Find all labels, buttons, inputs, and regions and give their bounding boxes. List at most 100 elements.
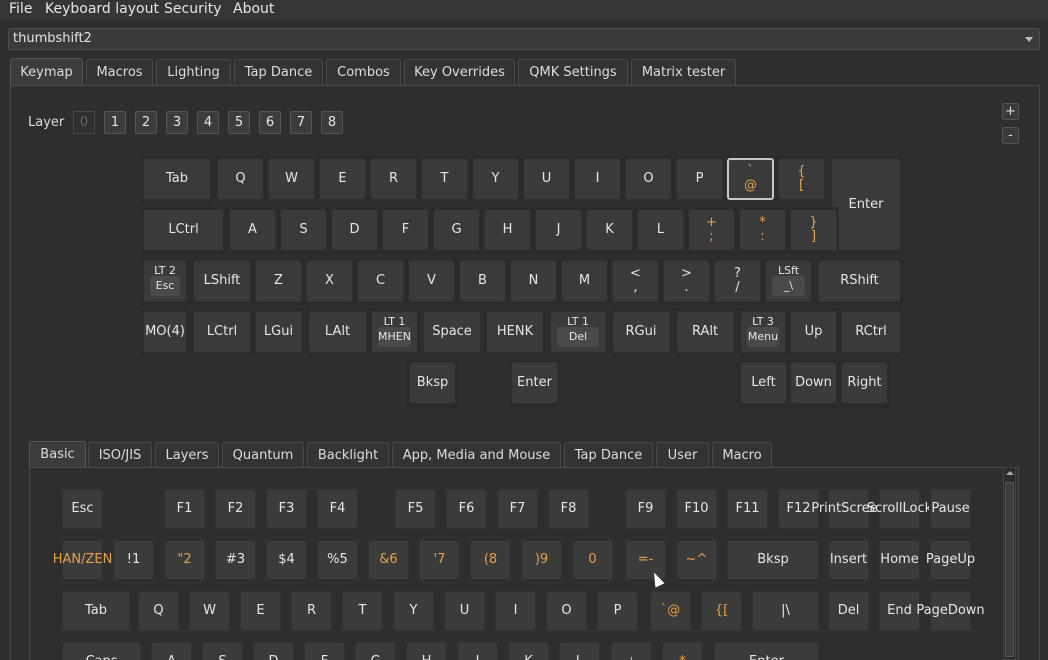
key-lshift[interactable]: LShift — [191, 258, 253, 306]
key-symbol[interactable]: }] — [788, 207, 839, 255]
keycode-r[interactable]: R — [290, 590, 333, 632]
keycode-bksp[interactable]: Bksp — [726, 539, 820, 581]
key-space[interactable]: Space — [421, 309, 483, 357]
key-lalt[interactable]: LAlt — [306, 309, 369, 357]
keycode-pause[interactable]: Pause — [929, 488, 972, 530]
keycode-num[interactable]: 0 — [571, 539, 614, 581]
key-rshift[interactable]: RShift — [816, 258, 903, 306]
keycode-q[interactable]: Q — [137, 590, 180, 632]
keycode-i[interactable]: I — [494, 590, 537, 632]
keycode-f2[interactable]: F2 — [214, 488, 257, 530]
keycode-f4[interactable]: F4 — [316, 488, 359, 530]
keycode-w[interactable]: W — [188, 590, 231, 632]
layer-3-button[interactable]: 3 — [166, 111, 188, 134]
keycode-f1[interactable]: F1 — [163, 488, 206, 530]
menu-keyboard-layout[interactable]: Keyboard layout — [45, 1, 159, 17]
key-enter[interactable]: Enter — [829, 156, 903, 255]
keycode-l[interactable]: L — [558, 641, 601, 660]
key-lt2-esc[interactable]: LT 2 Esc — [141, 258, 189, 306]
keycode-t[interactable]: T — [341, 590, 384, 632]
tab-qmk-settings[interactable]: QMK Settings — [518, 59, 628, 85]
key-rgui[interactable]: RGui — [610, 309, 672, 357]
key-lt3-menu[interactable]: LT 3 Menu — [738, 309, 788, 357]
keycode-h[interactable]: H — [405, 641, 448, 660]
key-lgui[interactable]: LGui — [253, 309, 304, 357]
key-u[interactable]: U — [521, 156, 572, 204]
keycode-a[interactable]: A — [150, 641, 193, 660]
key-j[interactable]: J — [533, 207, 584, 255]
menu-security[interactable]: Security — [164, 1, 222, 17]
tab-matrix-tester[interactable]: Matrix tester — [631, 59, 736, 85]
key-lt1-del[interactable]: LT 1 Del — [548, 309, 608, 357]
keycode-page-up[interactable]: PageUp — [926, 539, 975, 581]
key-h[interactable]: H — [482, 207, 533, 255]
layer-1-button[interactable]: 1 — [104, 111, 126, 134]
key-c[interactable]: C — [355, 258, 406, 306]
tab-layers[interactable]: Layers — [155, 442, 219, 467]
key-b[interactable]: B — [457, 258, 508, 306]
keycode-plus[interactable]: + — [610, 641, 653, 660]
tab-key-overrides[interactable]: Key Overrides — [404, 59, 515, 85]
key-f[interactable]: F — [380, 207, 431, 255]
keycode-num[interactable]: '7 — [418, 539, 461, 581]
keycode-y[interactable]: Y — [392, 590, 435, 632]
keycode-num[interactable]: "2 — [163, 539, 206, 581]
tab-lighting[interactable]: Lighting — [156, 59, 231, 85]
keycode-print-screen[interactable]: PrintScreen — [811, 488, 886, 530]
keycode-s[interactable]: S — [201, 641, 244, 660]
keycode-g[interactable]: G — [354, 641, 397, 660]
key-m[interactable]: M — [559, 258, 610, 306]
key-lsft-underscore[interactable]: LSft _\ — [763, 258, 814, 306]
menu-about[interactable]: About — [233, 1, 274, 17]
key-bksp[interactable]: Bksp — [407, 360, 458, 408]
key-n[interactable]: N — [508, 258, 559, 306]
key-right[interactable]: Right — [839, 360, 890, 408]
keycode-home[interactable]: Home — [878, 539, 921, 581]
layer-8-button[interactable]: 8 — [321, 111, 343, 134]
tab-combos[interactable]: Combos — [326, 59, 401, 85]
keycode-num[interactable]: &6 — [367, 539, 410, 581]
tab-basic-tap-dance[interactable]: Tap Dance — [564, 442, 653, 467]
key-t[interactable]: T — [419, 156, 470, 204]
keycode-f5[interactable]: F5 — [394, 488, 437, 530]
tab-iso-jis[interactable]: ISO/JIS — [88, 442, 152, 467]
keycode-p[interactable]: P — [596, 590, 639, 632]
key-ralt[interactable]: RAlt — [674, 309, 736, 357]
keycode-u[interactable]: U — [443, 590, 486, 632]
keycode-del[interactable]: Del — [827, 590, 870, 632]
keycode-f10[interactable]: F10 — [675, 488, 718, 530]
scroll-up-icon[interactable] — [1006, 471, 1014, 475]
keycode-star[interactable]: * — [661, 641, 704, 660]
scroll-thumb[interactable] — [1005, 482, 1014, 657]
key-z[interactable]: Z — [253, 258, 304, 306]
layer-4-button[interactable]: 4 — [197, 111, 219, 134]
key-x[interactable]: X — [304, 258, 355, 306]
key-symbol[interactable]: ? / — [712, 258, 763, 306]
key-tab[interactable]: Tab — [141, 156, 213, 204]
keyboard-select[interactable]: thumbshift2 — [8, 28, 1040, 50]
key-down[interactable]: Down — [788, 360, 839, 408]
key-a[interactable]: A — [227, 207, 278, 255]
key-lt1-mhen[interactable]: LT 1 MHEN — [369, 309, 420, 357]
keycode-f3[interactable]: F3 — [265, 488, 308, 530]
keycode-backtick-at[interactable]: `@ — [649, 590, 692, 632]
key-symbol[interactable]: <, — [610, 258, 661, 306]
key-brace-bracket[interactable]: {[ — [776, 156, 827, 204]
keycode-o[interactable]: O — [545, 590, 588, 632]
keycode-scroll-lock[interactable]: ScrollLock — [867, 488, 932, 530]
tab-keymap[interactable]: Keymap — [10, 58, 83, 85]
keycode-pipe-backslash[interactable]: |\ — [751, 590, 820, 632]
keycode-k[interactable]: K — [507, 641, 550, 660]
keycode-num[interactable]: !1 — [112, 539, 155, 581]
keycode-caps[interactable]: Caps — [61, 641, 142, 660]
layer-5-button[interactable]: 5 — [228, 111, 250, 134]
key-q[interactable]: Q — [215, 156, 266, 204]
keycode-f7[interactable]: F7 — [496, 488, 539, 530]
keycode-esc[interactable]: Esc — [61, 488, 104, 530]
key-symbol[interactable]: *: — [737, 207, 788, 255]
tab-quantum[interactable]: Quantum — [222, 442, 304, 467]
keycode-tab[interactable]: Tab — [61, 590, 131, 632]
key-w[interactable]: W — [266, 156, 317, 204]
keycode-f11[interactable]: F11 — [726, 488, 769, 530]
keycode-d[interactable]: D — [252, 641, 295, 660]
